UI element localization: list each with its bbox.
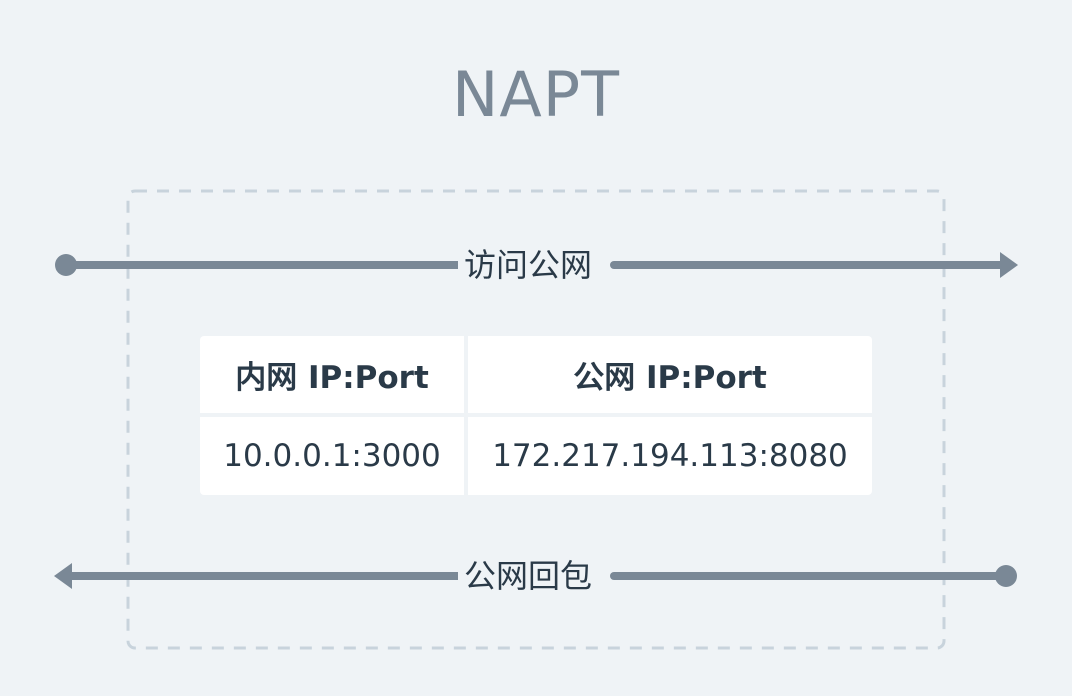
inbound-arrowhead (54, 563, 72, 589)
header-public-ip-port: 公网 IP:Port (468, 336, 872, 413)
outbound-label: 访问公网 (458, 245, 599, 285)
cell-public-ip-port: 172.217.194.113:8080 (468, 417, 872, 495)
outbound-arrowhead (1000, 252, 1018, 278)
header-private-ip-port: 内网 IP:Port (200, 336, 464, 413)
napt-mapping-table: 内网 IP:Port 公网 IP:Port 10.0.0.1:3000 172.… (200, 336, 872, 495)
cell-private-ip-port: 10.0.0.1:3000 (200, 417, 464, 495)
inbound-label: 公网回包 (458, 556, 599, 596)
